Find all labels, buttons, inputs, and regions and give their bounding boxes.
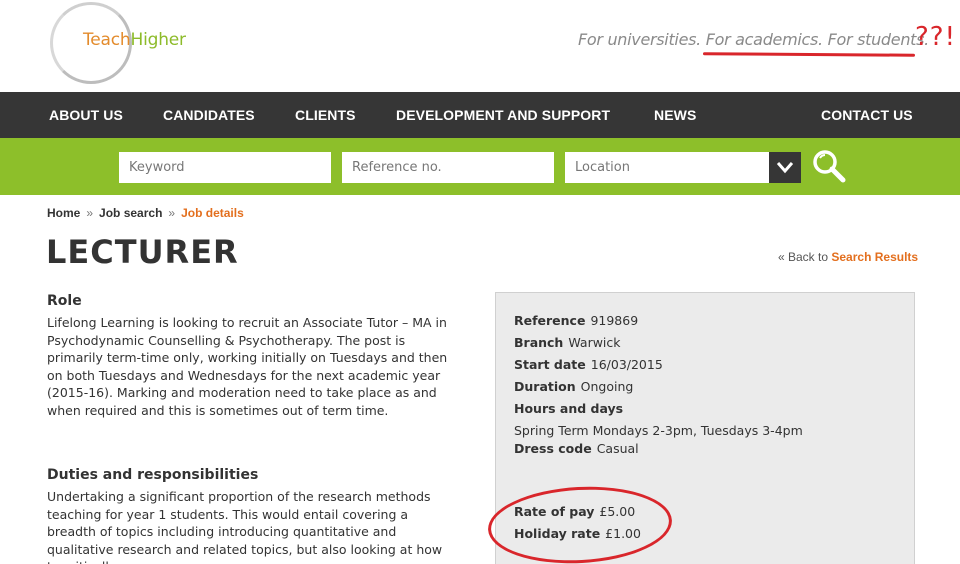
detail-value: 16/03/2015 <box>590 357 663 372</box>
site-tagline: For universities. For academics. For stu… <box>578 30 929 49</box>
detail-reference: Reference 919869 <box>514 313 638 328</box>
detail-label: Dress code <box>514 441 592 456</box>
back-prefix: « Back to <box>778 250 832 264</box>
reference-input[interactable]: Reference no. <box>342 152 554 183</box>
site-logo[interactable]: TeachHigher <box>83 30 186 50</box>
detail-branch: Branch Warwick <box>514 335 621 350</box>
detail-value: 919869 <box>590 313 639 328</box>
detail-value: Warwick <box>568 335 621 350</box>
page-title: LECTURER <box>46 233 239 271</box>
location-select[interactable]: Location <box>565 152 769 183</box>
nav-news[interactable]: NEWS <box>654 107 696 123</box>
detail-label: Reference <box>514 313 586 328</box>
role-heading: Role <box>47 293 82 309</box>
main-nav: ABOUT US CANDIDATES CLIENTS DEVELOPMENT … <box>0 92 960 138</box>
detail-hours-value: Spring Term Mondays 2-3pm, Tuesdays 3-4p… <box>514 423 803 438</box>
search-results-link[interactable]: Search Results <box>831 250 918 264</box>
detail-start-date: Start date 16/03/2015 <box>514 357 663 372</box>
detail-value: Ongoing <box>580 379 634 394</box>
detail-hours-label: Hours and days <box>514 401 628 416</box>
detail-label: Branch <box>514 335 564 350</box>
nav-candidates[interactable]: CANDIDATES <box>163 107 255 123</box>
duties-description: Undertaking a significant proportion of … <box>47 489 443 564</box>
site-header: TeachHigher For universities. For academ… <box>0 0 960 92</box>
breadcrumb-current: Job details <box>181 206 244 220</box>
location-dropdown-button[interactable] <box>769 152 801 183</box>
detail-label: Duration <box>514 379 576 394</box>
detail-duration: Duration Ongoing <box>514 379 633 394</box>
breadcrumb-job-search[interactable]: Job search <box>99 206 162 220</box>
annotation-question-marks: ??! <box>915 22 957 52</box>
detail-label: Hours and days <box>514 401 624 416</box>
logo-text-higher: Higher <box>130 30 187 50</box>
role-description: Lifelong Learning is looking to recruit … <box>47 315 448 418</box>
duties-heading: Duties and responsibilities <box>47 467 259 483</box>
detail-value: Casual <box>596 441 639 456</box>
breadcrumb-separator: » <box>168 206 176 220</box>
detail-dress-code: Dress code Casual <box>514 441 639 456</box>
search-icon[interactable] <box>812 149 846 183</box>
annotation-underline <box>702 52 916 57</box>
logo-text-teach: Teach <box>83 30 131 50</box>
nav-development-and-support[interactable]: DEVELOPMENT AND SUPPORT <box>396 107 610 123</box>
breadcrumb: Home » Job search » Job details <box>47 206 244 220</box>
breadcrumb-home[interactable]: Home <box>47 206 80 220</box>
detail-label: Start date <box>514 357 586 372</box>
chevron-down-icon <box>777 162 793 174</box>
back-to-results[interactable]: « Back to Search Results <box>778 250 918 264</box>
nav-about-us[interactable]: ABOUT US <box>49 107 123 123</box>
nav-contact-us[interactable]: CONTACT US <box>821 107 913 123</box>
breadcrumb-separator: » <box>86 206 94 220</box>
keyword-input[interactable]: Keyword <box>119 152 331 183</box>
nav-clients[interactable]: CLIENTS <box>295 107 356 123</box>
